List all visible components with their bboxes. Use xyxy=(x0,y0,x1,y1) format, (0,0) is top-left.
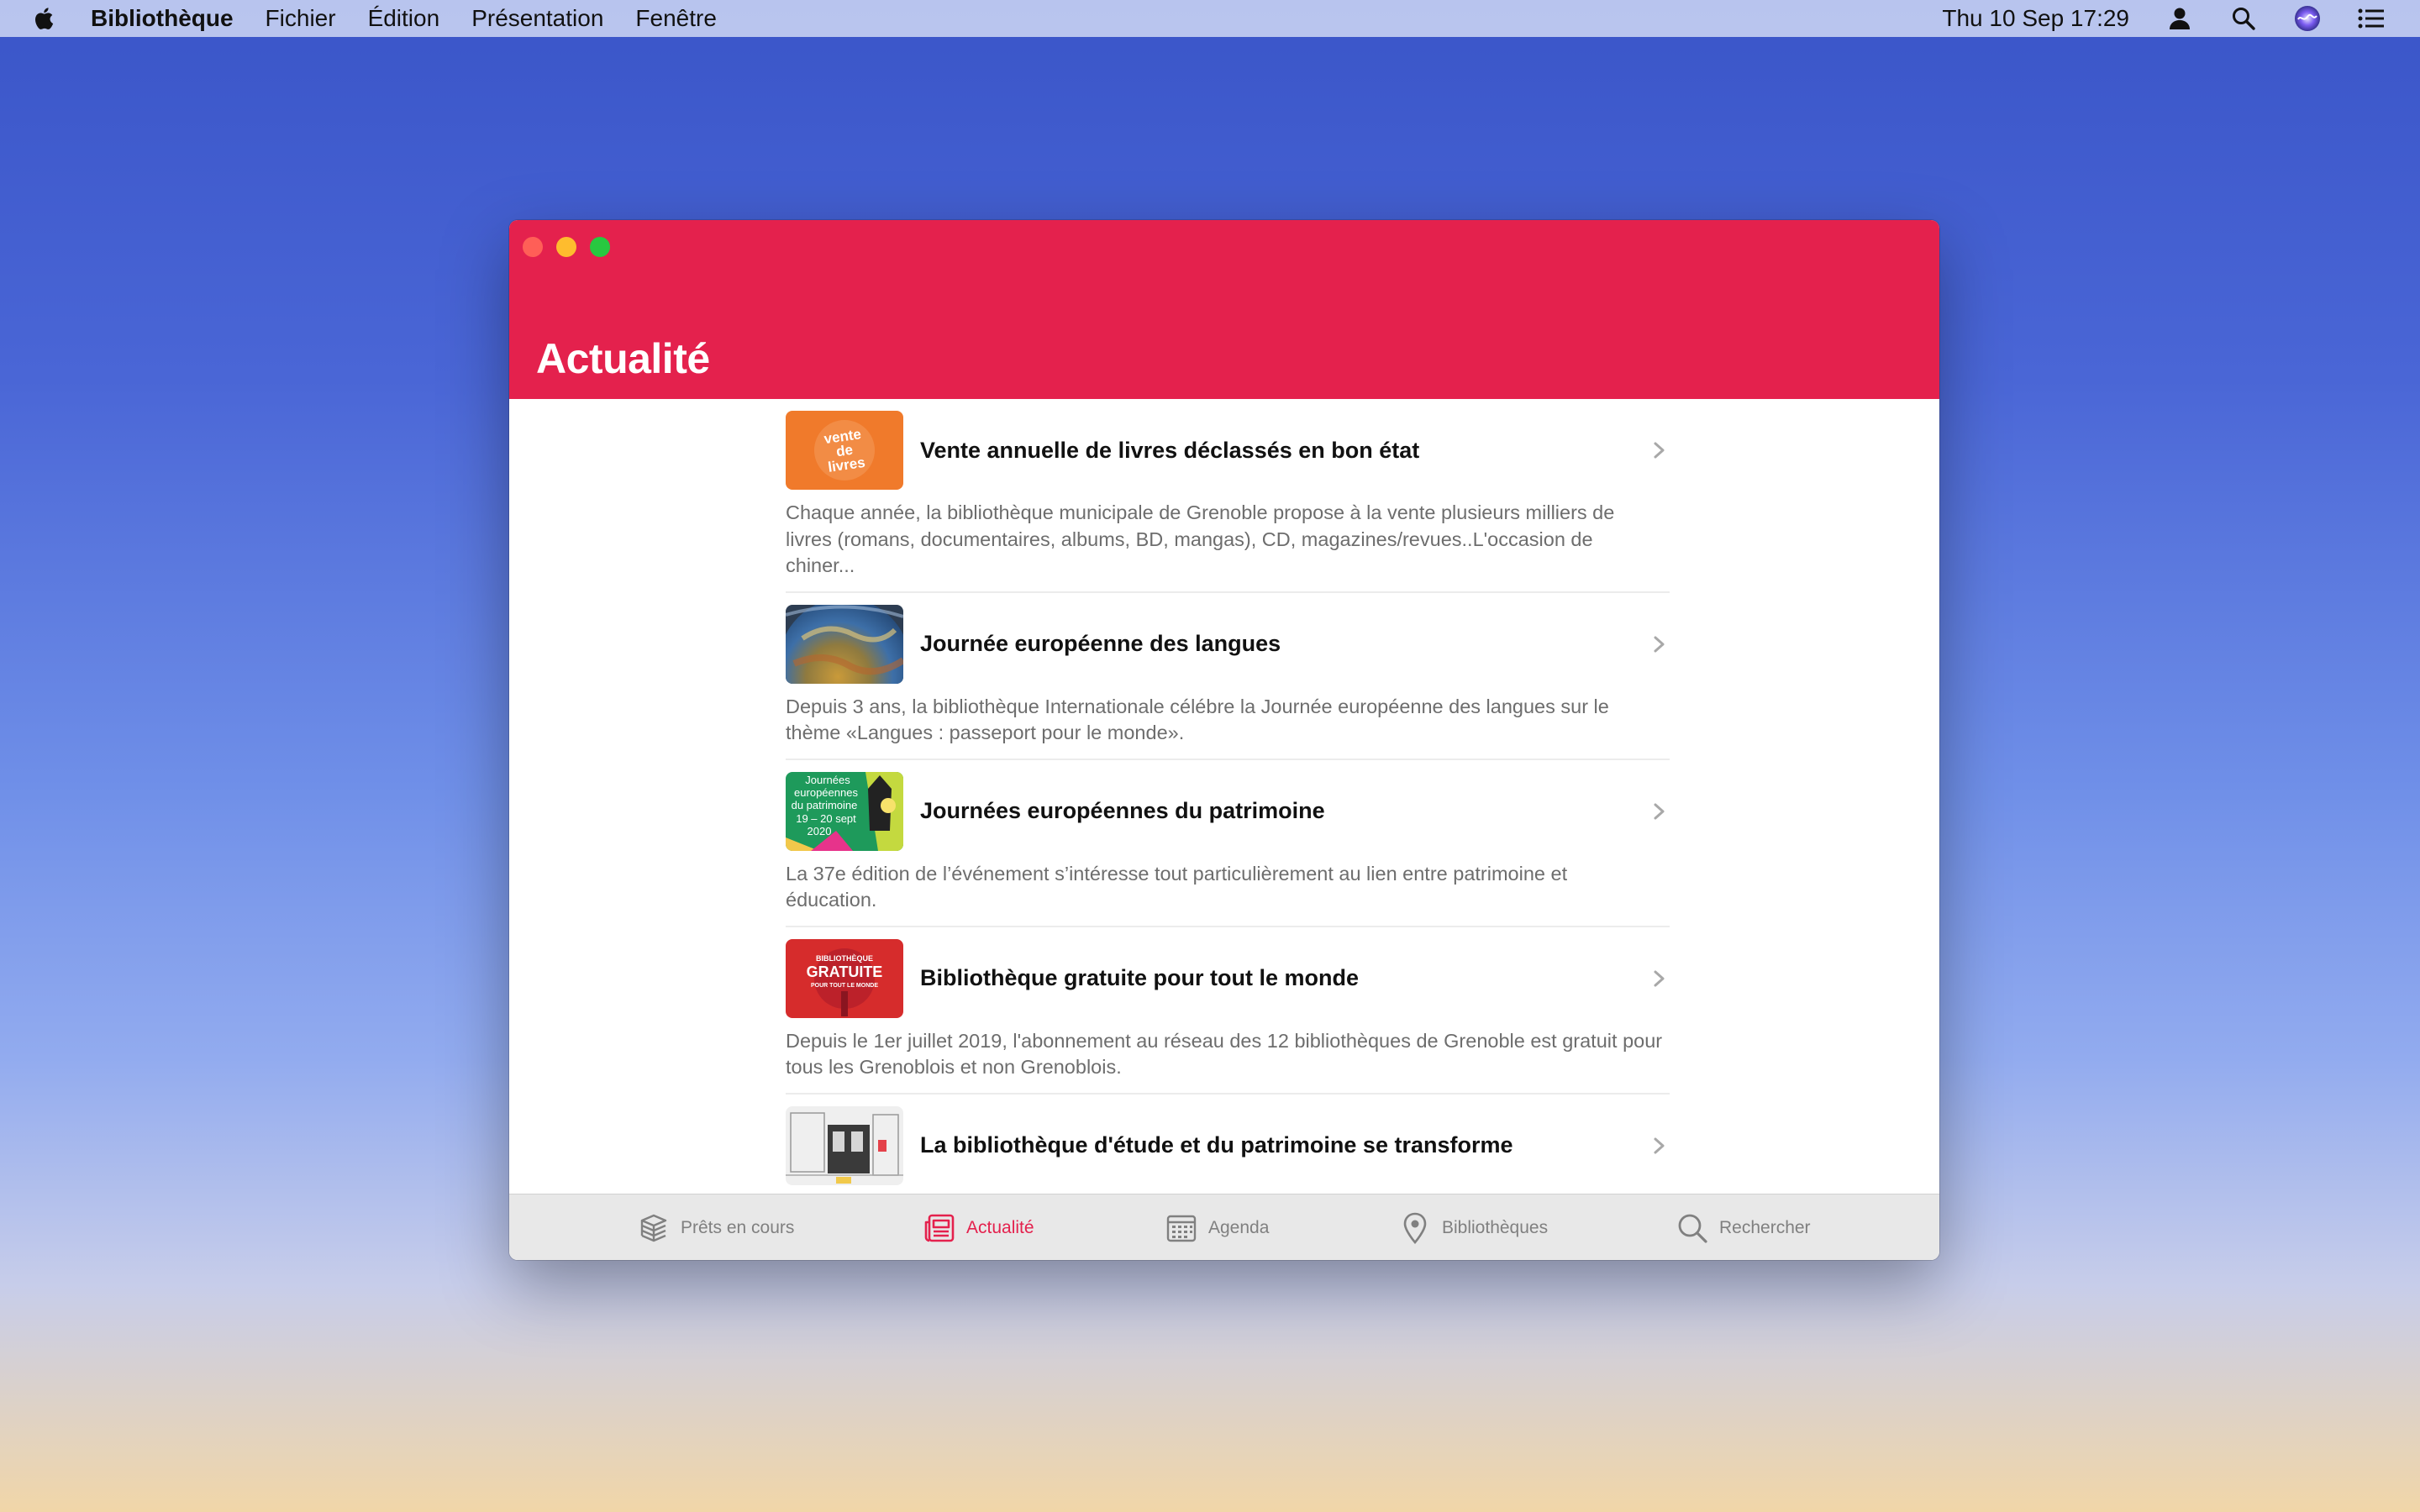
chevron-right-icon xyxy=(1654,803,1665,819)
news-title: Journée européenne des langues xyxy=(920,631,1281,656)
news-scroll-area[interactable]: vente de livres Vente annuelle de livres… xyxy=(509,399,1939,1204)
zoom-window-button[interactable] xyxy=(590,237,610,257)
news-description: Chaque année, la bibliothèque municipale… xyxy=(786,501,1615,576)
menu-fenetre[interactable]: Fenêtre xyxy=(635,5,717,32)
news-title: Vente annuelle de livres déclassés en bo… xyxy=(920,437,1420,463)
news-title: Bibliothèque gratuite pour tout le monde xyxy=(920,965,1359,990)
news-thumbnail: BIBLIOTHÈQUE GRATUITE POUR TOUT LE MONDE xyxy=(786,938,903,1018)
news-description: Depuis le 1er juillet 2019, l'abonnement… xyxy=(786,1029,1663,1079)
thumb-text-line: GRATUITE xyxy=(807,963,883,980)
tab-agenda[interactable]: Agenda xyxy=(1165,1194,1269,1260)
menu-clock[interactable]: Thu 10 Sep 17:29 xyxy=(1942,5,2129,32)
app-window: Actualité vente de livres Vente annuelle… xyxy=(509,220,1939,1260)
news-title: Journées européennes du patrimoine xyxy=(920,798,1325,823)
news-thumbnail xyxy=(786,604,903,684)
tab-prets-en-cours[interactable]: Prêts en cours xyxy=(637,1194,794,1260)
thumb-text-line: européennes xyxy=(794,786,858,799)
window-controls xyxy=(509,237,623,257)
thumb-text-line: BIBLIOTHÈQUE xyxy=(816,954,873,963)
tab-label: Prêts en cours xyxy=(681,1217,795,1237)
calendar-icon xyxy=(1165,1211,1198,1245)
tab-rechercher[interactable]: Rechercher xyxy=(1676,1194,1811,1260)
menu-edition[interactable]: Édition xyxy=(368,5,440,32)
search-icon xyxy=(1676,1211,1709,1245)
spotlight-search-icon[interactable] xyxy=(2228,3,2259,34)
news-item[interactable]: Journée européenne des langues Depuis 3 … xyxy=(786,604,1670,760)
news-item-header[interactable]: BIBLIOTHÈQUE GRATUITE POUR TOUT LE MONDE… xyxy=(786,938,1670,1018)
thumb-text-line: du patrimoine xyxy=(792,799,858,811)
thumb-text-line: 2020 xyxy=(808,825,832,837)
chevron-right-icon xyxy=(1654,1137,1665,1153)
tab-actualite[interactable]: Actualité xyxy=(923,1194,1034,1260)
menu-fichier[interactable]: Fichier xyxy=(266,5,336,32)
chevron-right-icon xyxy=(1654,442,1665,459)
thumb-text-line: Journées xyxy=(805,774,850,786)
tab-label: Agenda xyxy=(1208,1217,1270,1237)
news-thumbnail: Journées européennes du patrimoine 19 – … xyxy=(786,771,903,851)
menu-presentation[interactable]: Présentation xyxy=(471,5,603,32)
close-window-button[interactable] xyxy=(523,237,543,257)
news-item[interactable]: vente de livres Vente annuelle de livres… xyxy=(786,411,1670,593)
location-pin-icon xyxy=(1398,1211,1432,1245)
thumb-text-line: 19 – 20 sept xyxy=(796,812,856,825)
siri-icon[interactable] xyxy=(2292,3,2323,34)
apple-menu-icon[interactable] xyxy=(32,4,59,33)
chevron-right-icon xyxy=(1654,636,1665,652)
tab-label: Actualité xyxy=(966,1217,1034,1237)
news-list: vente de livres Vente annuelle de livres… xyxy=(786,399,1670,1204)
tab-label: Bibliothèques xyxy=(1442,1217,1549,1237)
news-description: Depuis 3 ans, la bibliothèque Internatio… xyxy=(786,695,1609,744)
tab-label: Rechercher xyxy=(1719,1217,1811,1237)
title-bar: Actualité xyxy=(509,220,1939,399)
page-title: Actualité xyxy=(536,335,710,382)
user-icon[interactable] xyxy=(2165,3,2195,34)
tab-bar: Prêts en cours Actualité Agenda Biblioth… xyxy=(509,1194,1939,1260)
news-item-header[interactable]: Journées européennes du patrimoine 19 – … xyxy=(786,771,1670,851)
chevron-right-icon xyxy=(1654,970,1665,986)
news-thumbnail xyxy=(786,1105,903,1185)
menu-bar: Bibliothèque Fichier Édition Présentatio… xyxy=(0,0,2420,37)
news-description: La 37e édition de l’événement s’intéress… xyxy=(786,862,1568,911)
tab-bibliotheques[interactable]: Bibliothèques xyxy=(1398,1194,1548,1260)
news-title: La bibliothèque d'étude et du patrimoine… xyxy=(920,1132,1513,1158)
news-item-header[interactable]: La bibliothèque d'étude et du patrimoine… xyxy=(786,1105,1670,1185)
thumb-text-line: POUR TOUT LE MONDE xyxy=(811,983,878,989)
news-item-header[interactable]: Journée européenne des langues xyxy=(786,604,1670,684)
news-item[interactable]: La bibliothèque d'étude et du patrimoine… xyxy=(786,1105,1670,1205)
menu-app-name[interactable]: Bibliothèque xyxy=(91,5,234,32)
control-center-icon[interactable] xyxy=(2356,3,2386,34)
news-item[interactable]: BIBLIOTHÈQUE GRATUITE POUR TOUT LE MONDE… xyxy=(786,938,1670,1095)
news-item-header[interactable]: vente de livres Vente annuelle de livres… xyxy=(786,411,1670,490)
news-thumbnail: vente de livres xyxy=(786,411,903,490)
minimize-window-button[interactable] xyxy=(556,237,576,257)
newspaper-icon xyxy=(923,1211,956,1245)
news-item[interactable]: Journées européennes du patrimoine 19 – … xyxy=(786,771,1670,927)
books-stack-icon xyxy=(637,1211,671,1245)
